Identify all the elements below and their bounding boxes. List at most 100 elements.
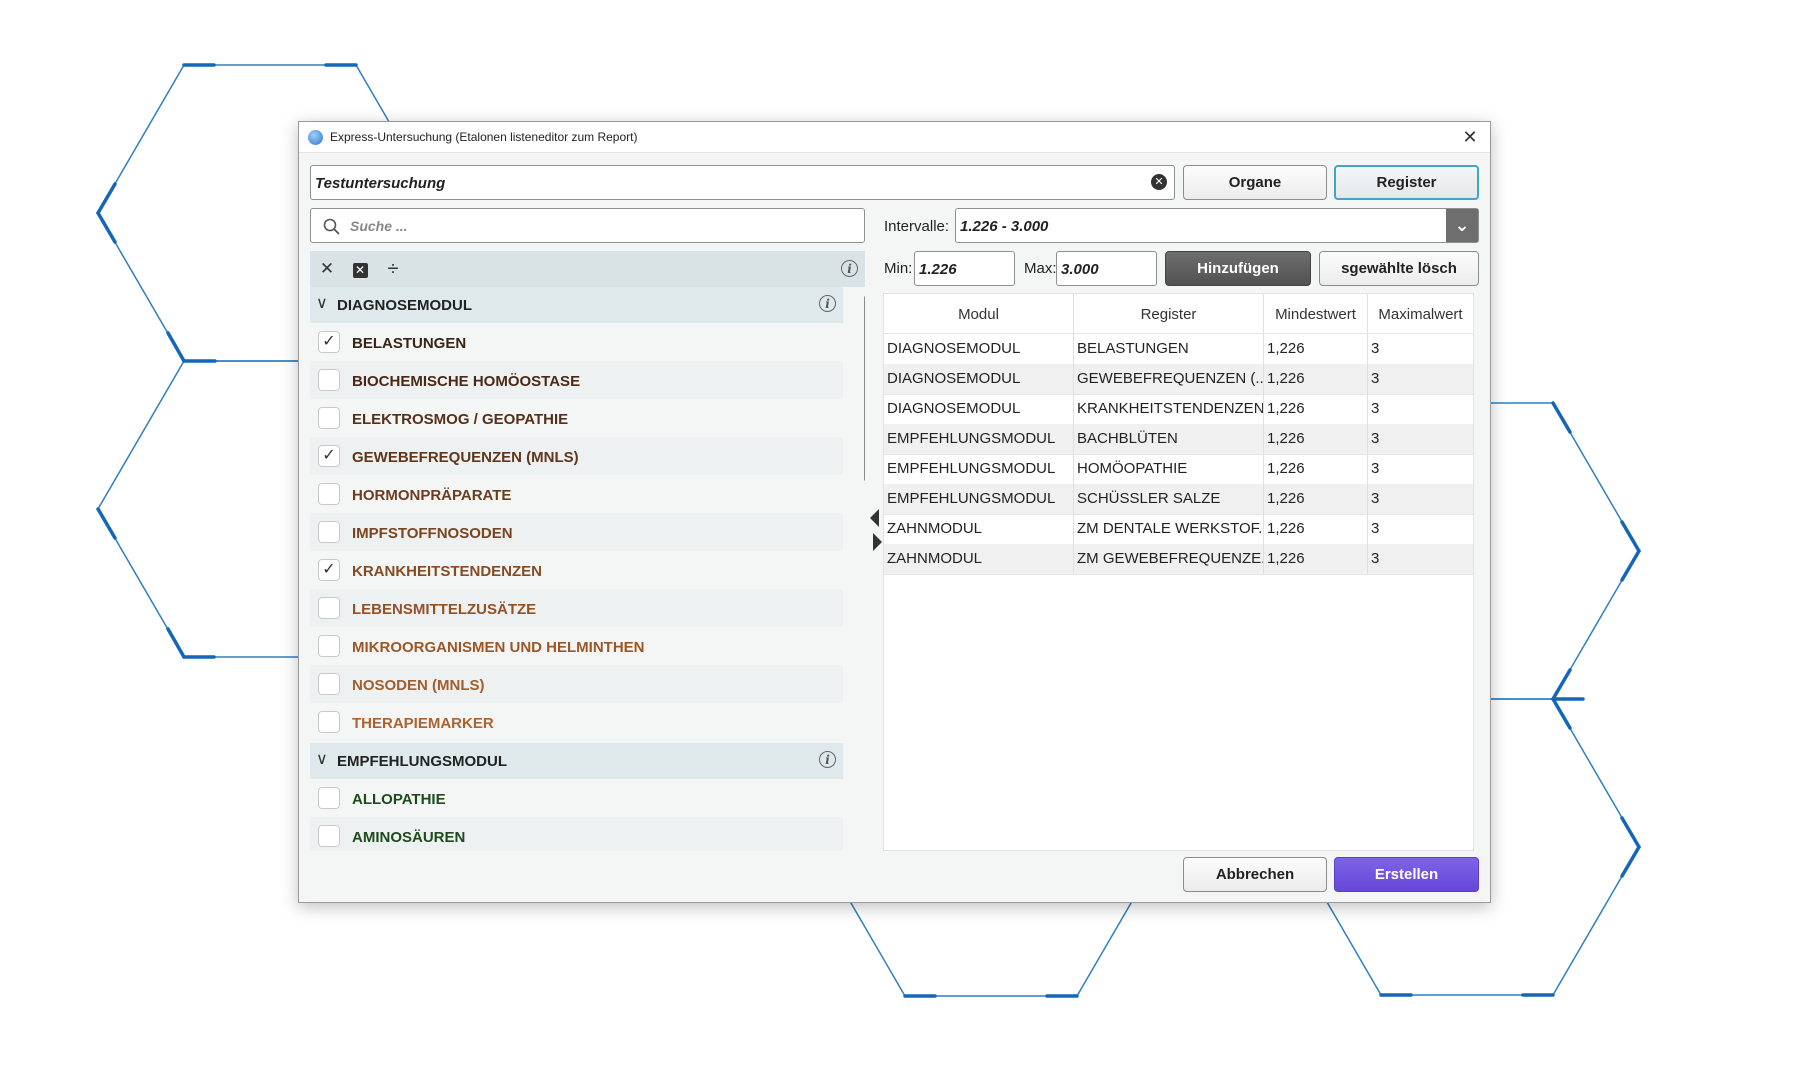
- expand-collapse-icon[interactable]: ÷: [383, 259, 403, 279]
- create-button[interactable]: Erstellen: [1334, 857, 1479, 892]
- table-row[interactable]: EMPFEHLUNGSMODUL BACHBLÜTEN 1,226 3: [884, 424, 1473, 455]
- cell-modul: DIAGNOSEMODUL: [884, 394, 1074, 424]
- tree-group[interactable]: ∨ EMPFEHLUNGSMODUL i: [310, 743, 843, 779]
- chevron-down-icon[interactable]: ⌄: [1446, 209, 1478, 242]
- info-icon[interactable]: i: [841, 260, 858, 277]
- table-row[interactable]: DIAGNOSEMODUL KRANKHEITSTENDENZEN 1,226 3: [884, 394, 1473, 425]
- min-input[interactable]: 1.226: [914, 251, 1015, 286]
- table-row[interactable]: DIAGNOSEMODUL GEWEBEFREQUENZEN (... 1,226 3: [884, 364, 1473, 395]
- min-label: Min:: [884, 260, 913, 277]
- tree-item[interactable]: BIOCHEMISCHE HOMÖOSTASE: [310, 361, 843, 399]
- module-tree: ∨ DIAGNOSEMODUL i ✓ BELASTUNGEN BIOCHEMISCHE …: [310, 287, 865, 851]
- column-header-register[interactable]: Register: [1074, 294, 1264, 333]
- column-header-maximalwert[interactable]: Maximalwert: [1368, 294, 1473, 333]
- cell-register: KRANKHEITSTENDENZEN: [1074, 394, 1264, 424]
- interval-value: 1.226 - 3.000: [960, 218, 1049, 235]
- check-icon: ✓: [322, 561, 336, 578]
- chevron-down-icon[interactable]: ∨: [316, 293, 328, 313]
- cell-mindestwert: 1,226: [1264, 334, 1368, 364]
- tree-item[interactable]: ELEKTROSMOG / GEOPATHIE: [310, 399, 843, 437]
- item-checkbox[interactable]: [318, 673, 340, 695]
- column-header-modul[interactable]: ⌄ Modul: [884, 294, 1074, 333]
- delete-selected-button[interactable]: sgewählte lösch: [1319, 251, 1479, 286]
- tree-item[interactable]: IMPFSTOFFNOSODEN: [310, 513, 843, 551]
- table-row[interactable]: ZAHNMODUL ZM GEWEBEFREQUENZE... 1,226 3: [884, 544, 1473, 575]
- close-icon[interactable]: ✕: [1458, 125, 1482, 149]
- cell-modul: ZAHNMODUL: [884, 514, 1074, 544]
- cancel-button[interactable]: Abbrechen: [1183, 857, 1327, 892]
- tree-item-label: MIKROORGANISMEN UND HELMINTHEN: [352, 639, 645, 656]
- tree-item[interactable]: THERAPIEMARKER: [310, 703, 843, 741]
- table-row[interactable]: DIAGNOSEMODUL BELASTUNGEN 1,226 3: [884, 334, 1473, 365]
- tree-item-label: AMINOSÄUREN: [352, 829, 466, 846]
- cell-mindestwert: 1,226: [1264, 394, 1368, 424]
- tree-item[interactable]: MIKROORGANISMEN UND HELMINTHEN: [310, 627, 843, 665]
- interval-select[interactable]: 1.226 - 3.000 ⌄: [955, 208, 1479, 243]
- item-checkbox[interactable]: [318, 635, 340, 657]
- uncheck-all-icon[interactable]: ✕: [350, 259, 370, 279]
- tree-group-label: DIAGNOSEMODUL: [337, 297, 472, 314]
- arrow-right-icon[interactable]: [873, 533, 882, 551]
- tree-item-label: IMPFSTOFFNOSODEN: [352, 525, 513, 542]
- tree-item[interactable]: HORMONPRÄPARATE: [310, 475, 843, 513]
- table-row[interactable]: ZAHNMODUL ZM DENTALE WERKSTOF... 1,226 3: [884, 514, 1473, 545]
- column-header-mindestwert[interactable]: Mindestwert: [1264, 294, 1368, 333]
- tree-toolbar: ✕ ✕ ÷ i: [310, 251, 865, 287]
- info-icon[interactable]: i: [819, 295, 836, 312]
- tree-item[interactable]: AMINOSÄUREN: [310, 817, 843, 851]
- table-row[interactable]: EMPFEHLUNGSMODUL HOMÖOPATHIE 1,226 3: [884, 454, 1473, 485]
- table-row[interactable]: EMPFEHLUNGSMODUL SCHÜSSLER SALZE 1,226 3: [884, 484, 1473, 515]
- tree-item[interactable]: LEBENSMITTELZUSÄTZE: [310, 589, 843, 627]
- item-checkbox[interactable]: [318, 825, 340, 847]
- item-checkbox[interactable]: [318, 711, 340, 733]
- cell-maximalwert: 3: [1371, 460, 1380, 477]
- chevron-down-icon[interactable]: ∨: [316, 749, 328, 769]
- item-checkbox[interactable]: ✓: [318, 559, 340, 581]
- item-checkbox[interactable]: [318, 483, 340, 505]
- tree-item[interactable]: ALLOPATHIE: [310, 779, 843, 817]
- tree-scrollbar[interactable]: [864, 295, 865, 482]
- tree-item-label: THERAPIEMARKER: [352, 715, 494, 732]
- examination-name-field[interactable]: Testuntersuchung ✕: [310, 165, 1175, 200]
- cell-mindestwert: 1,226: [1264, 454, 1368, 484]
- tree-item[interactable]: NOSODEN (MNLS): [310, 665, 843, 703]
- search-input[interactable]: Suche ...: [310, 208, 865, 243]
- info-icon[interactable]: i: [819, 751, 836, 768]
- register-button[interactable]: Register: [1334, 165, 1479, 200]
- item-checkbox[interactable]: [318, 521, 340, 543]
- add-button[interactable]: Hinzufügen: [1165, 251, 1311, 286]
- tree-item[interactable]: ✓ BELASTUNGEN: [310, 323, 843, 361]
- cell-register: ZM DENTALE WERKSTOF...: [1074, 514, 1264, 544]
- tree-item-label: GEWEBEFREQUENZEN (MNLS): [352, 449, 579, 466]
- title-bar: Express-Untersuchung (Etalonen listenedi…: [299, 122, 1490, 153]
- tree-item-label: NOSODEN (MNLS): [352, 677, 485, 694]
- item-checkbox[interactable]: [318, 369, 340, 391]
- tree-group[interactable]: ∨ DIAGNOSEMODUL i: [310, 287, 843, 323]
- cell-register: ZM GEWEBEFREQUENZE...: [1074, 544, 1264, 574]
- cell-maximalwert: 3: [1371, 340, 1380, 357]
- cell-mindestwert: 1,226: [1264, 544, 1368, 574]
- tree-item-label: BIOCHEMISCHE HOMÖOSTASE: [352, 373, 581, 390]
- collapse-all-icon[interactable]: ✕: [317, 259, 337, 279]
- cell-mindestwert: 1,226: [1264, 484, 1368, 514]
- tree-item-label: HORMONPRÄPARATE: [352, 487, 512, 504]
- cell-maximalwert: 3: [1371, 550, 1380, 567]
- tree-item[interactable]: ✓ KRANKHEITSTENDENZEN: [310, 551, 843, 589]
- cell-maximalwert: 3: [1371, 520, 1380, 537]
- cell-mindestwert: 1,226: [1264, 364, 1368, 394]
- clear-input-icon[interactable]: ✕: [1151, 174, 1167, 190]
- item-checkbox[interactable]: [318, 407, 340, 429]
- tree-item[interactable]: ✓ GEWEBEFREQUENZEN (MNLS): [310, 437, 843, 475]
- item-checkbox[interactable]: [318, 787, 340, 809]
- arrow-left-icon[interactable]: [870, 509, 879, 527]
- table-header: ⌄ Modul Register Mindestwert Maximalwert: [884, 294, 1473, 334]
- max-input[interactable]: 3.000: [1056, 251, 1157, 286]
- organe-button[interactable]: Organe: [1183, 165, 1327, 200]
- item-checkbox[interactable]: ✓: [318, 331, 340, 353]
- item-checkbox[interactable]: [318, 597, 340, 619]
- tree-item-label: LEBENSMITTELZUSÄTZE: [352, 601, 537, 618]
- item-checkbox[interactable]: ✓: [318, 445, 340, 467]
- tree-item-label: ELEKTROSMOG / GEOPATHIE: [352, 411, 569, 428]
- cell-maximalwert: 3: [1371, 490, 1380, 507]
- tree-item-label: KRANKHEITSTENDENZEN: [352, 563, 543, 580]
